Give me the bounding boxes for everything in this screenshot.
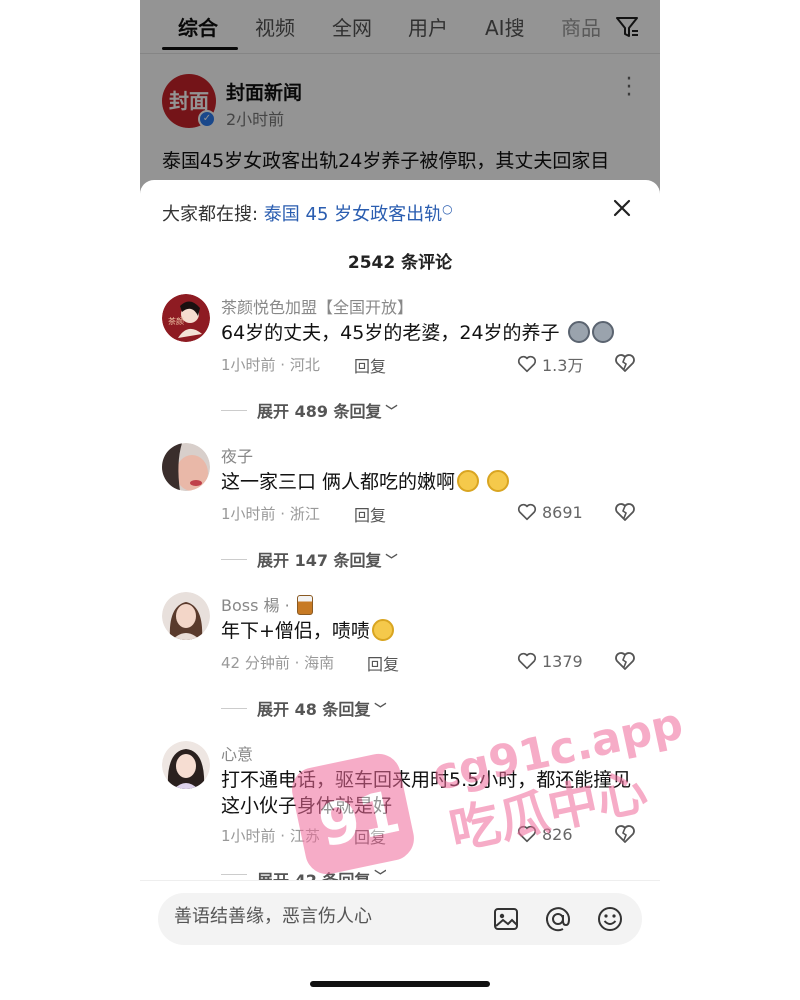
chevron-down-icon: ﹀	[385, 552, 398, 567]
avatar[interactable]	[162, 592, 210, 640]
like-button[interactable]: 1.3万	[516, 352, 583, 376]
commenter-name[interactable]: 夜子	[221, 443, 253, 467]
chevron-down-icon: ﹀	[374, 701, 387, 716]
chevron-down-icon: ﹀	[385, 403, 398, 418]
expand-replies-label: 展开 48 条回复	[257, 700, 371, 719]
heart-icon	[517, 355, 537, 373]
cat-emoji-icon	[567, 321, 590, 343]
comment-text[interactable]: 64岁的丈夫，45岁的老婆，24岁的养子	[221, 320, 641, 346]
heart-icon	[517, 652, 537, 670]
comment-sheet: 大家都在搜: 泰国 45 岁女政客出轨○ 2542 条评论 茶颜 茶颜悦色加盟【…	[140, 180, 660, 1000]
comment-meta: 1小时前 · 江苏	[221, 827, 320, 845]
crying-face-emoji-icon	[457, 470, 480, 492]
trending-search-prefix: 大家都在搜:	[162, 204, 264, 225]
broken-heart-icon[interactable]	[613, 351, 637, 375]
like-count: 1.3万	[542, 356, 584, 375]
heart-icon	[517, 825, 537, 843]
commenter-name[interactable]: 心意	[221, 741, 253, 765]
like-count: 1379	[542, 651, 583, 671]
commenter-name[interactable]: 茶颜悦色加盟【全国开放】	[221, 294, 413, 318]
divider	[221, 558, 247, 560]
like-button[interactable]: 8691	[516, 501, 583, 523]
expand-replies-button[interactable]: 展开 489 条回复 ﹀	[221, 398, 398, 422]
mention-icon[interactable]	[544, 905, 572, 933]
broken-heart-icon[interactable]	[613, 822, 637, 846]
home-indicator[interactable]	[310, 981, 490, 987]
comment-body: 这一家三口 俩人都吃的嫩啊	[221, 471, 456, 493]
crying-face-emoji-icon	[487, 470, 510, 492]
emoji-icon[interactable]	[596, 905, 624, 933]
trending-search-term[interactable]: 泰国 45 岁女政客出轨	[264, 204, 442, 225]
comment-body: 64岁的丈夫，45岁的老婆，24岁的养子	[221, 322, 560, 344]
search-icon: ○	[442, 202, 453, 216]
whisky-glass-icon	[296, 595, 313, 615]
divider	[221, 874, 247, 875]
like-count: 826	[542, 824, 573, 844]
comment-input[interactable]	[174, 906, 474, 927]
screen: 综合 视频 全网 用户 AI搜 商品 封面 ✓ 封面新闻 2小时前 · · · 泰国…	[0, 0, 800, 1000]
svg-text:茶颜: 茶颜	[168, 316, 184, 326]
reply-button[interactable]: 回复	[354, 502, 386, 526]
expand-replies-button[interactable]: 展开 42 条回复 ﹀	[221, 867, 386, 881]
comment-count: 2542 条评论	[347, 253, 453, 273]
reply-button[interactable]: 回复	[354, 824, 386, 848]
commenter-name[interactable]: Boss 楊 ·	[221, 592, 313, 616]
close-icon[interactable]	[608, 194, 636, 222]
comment-meta: 1小时前 · 河北	[221, 356, 320, 374]
divider	[221, 409, 247, 411]
comment-text[interactable]: 这一家三口 俩人都吃的嫩啊	[221, 469, 641, 495]
avatar[interactable]: 茶颜	[162, 294, 210, 342]
heart-icon	[517, 503, 537, 521]
expand-replies-label: 展开 489 条回复	[257, 402, 382, 421]
broken-heart-icon[interactable]	[613, 500, 637, 524]
image-icon[interactable]	[492, 905, 520, 933]
avatar[interactable]	[162, 741, 210, 789]
like-count: 8691	[542, 502, 583, 522]
chevron-down-icon: ﹀	[374, 869, 387, 881]
expand-replies-label: 展开 147 条回复	[257, 551, 382, 570]
comment-input-bar	[140, 880, 660, 1000]
like-button[interactable]: 826	[516, 823, 573, 845]
trending-search-hint[interactable]: 大家都在搜: 泰国 45 岁女政客出轨○	[162, 200, 453, 226]
expand-replies-button[interactable]: 展开 48 条回复 ﹀	[221, 696, 386, 720]
broken-heart-icon[interactable]	[613, 649, 637, 673]
avatar[interactable]	[162, 443, 210, 491]
comment-input-box[interactable]	[158, 893, 642, 945]
phone-screen: 综合 视频 全网 用户 AI搜 商品 封面 ✓ 封面新闻 2小时前 · · · 泰国…	[140, 0, 660, 1000]
crying-face-emoji-icon	[371, 619, 394, 641]
expand-replies-button[interactable]: 展开 147 条回复 ﹀	[221, 547, 398, 571]
comment-meta: 1小时前 · 浙江	[221, 505, 320, 523]
like-button[interactable]: 1379	[516, 650, 583, 672]
divider	[221, 707, 247, 709]
comment-text[interactable]: 年下+僧侣，啧啧	[221, 618, 641, 644]
comment-text[interactable]: 打不通电话，驱车回来用时5.5小时，都还能撞见 这小伙子身体就是好	[221, 767, 641, 819]
comment-meta: 42 分钟前 · 海南	[221, 654, 335, 672]
commenter-name-text: Boss 楊 ·	[221, 596, 290, 615]
reply-button[interactable]: 回复	[367, 651, 399, 675]
cat-emoji-icon	[591, 321, 614, 343]
reply-button[interactable]: 回复	[354, 353, 386, 377]
expand-replies-label: 展开 42 条回复	[257, 871, 371, 881]
comment-body: 年下+僧侣，啧啧	[221, 620, 370, 642]
